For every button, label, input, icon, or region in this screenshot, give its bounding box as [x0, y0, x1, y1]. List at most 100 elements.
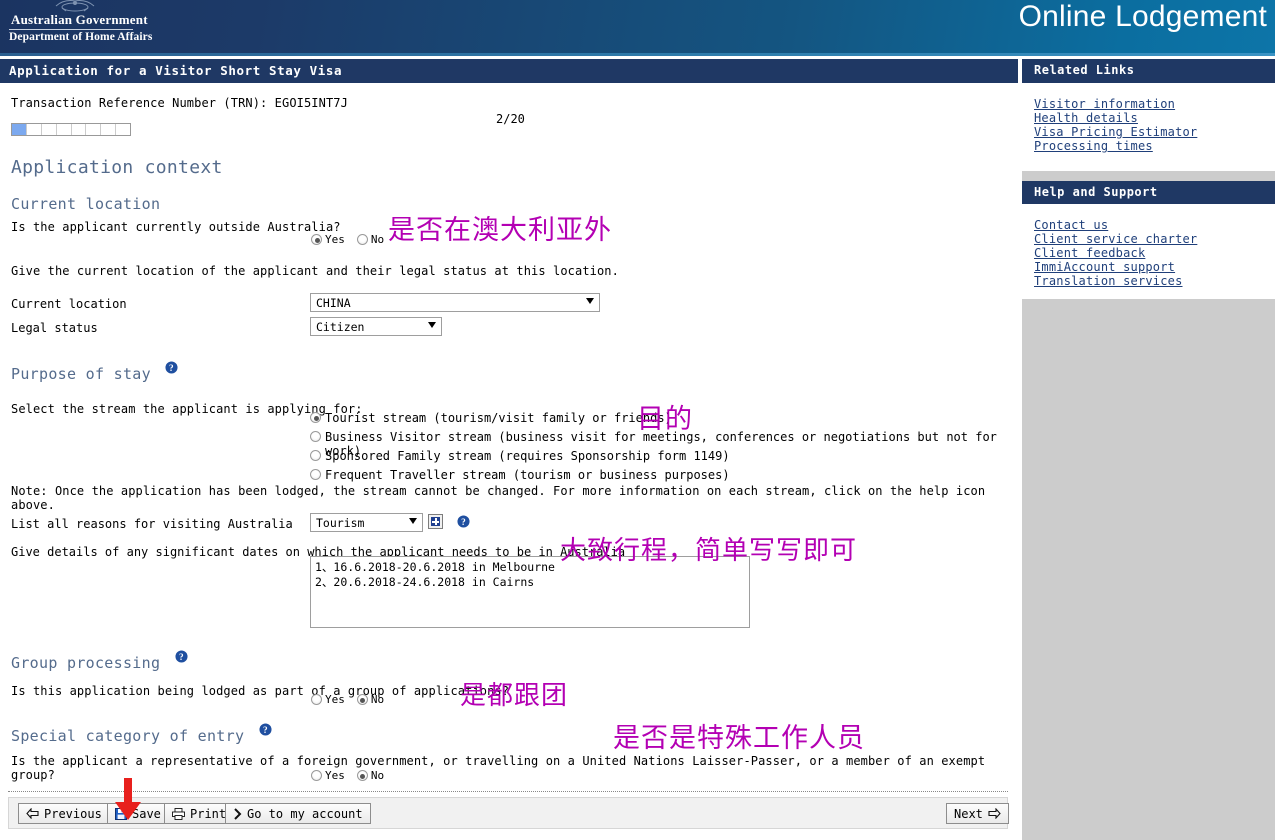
heading-group-processing: Group processing ? — [11, 650, 188, 672]
red-pointer-arrow — [115, 778, 141, 820]
heading-purpose-of-stay-label: Purpose of stay — [11, 365, 151, 383]
help-support-panel: Contact us Client service charter Client… — [1022, 204, 1275, 299]
question-outside-australia: Is the applicant currently outside Austr… — [11, 220, 341, 234]
radio-label-sponsored-family-stream: Sponsored Family stream (requires Sponso… — [325, 449, 730, 463]
svg-text:?: ? — [179, 653, 184, 663]
question-group-lodgement: Is this application being lodged as part… — [11, 684, 510, 698]
radio-group-processing-no[interactable] — [356, 694, 368, 705]
chevron-down-icon — [428, 322, 436, 328]
department-text: Department of Home Affairs — [9, 31, 153, 43]
select-legal-status[interactable]: Citizen — [310, 317, 442, 336]
select-current-location[interactable]: CHINA — [310, 293, 600, 312]
radio-business-visitor-stream[interactable] — [310, 431, 321, 442]
sidebar-link-processing-times[interactable]: Processing times — [1034, 139, 1153, 153]
radio-group-processing-yes[interactable] — [311, 694, 322, 705]
progress-bar — [11, 123, 131, 136]
page-title: Application context — [11, 157, 223, 178]
radio-option-frequent-traveller-stream[interactable]: Frequent Traveller stream (tourism or bu… — [310, 468, 730, 483]
radio-option-tourist-stream[interactable]: Tourist stream (tourism/visit family or … — [310, 411, 672, 426]
arrow-right-icon — [988, 808, 1001, 819]
help-icon-special-category[interactable]: ? — [259, 723, 272, 736]
page-indicator: 2/20 — [496, 112, 525, 126]
sidebar-link-health-details[interactable]: Health details — [1034, 111, 1138, 125]
related-links-header: Related Links — [1022, 59, 1275, 83]
banner-divider — [9, 29, 133, 30]
radio-outside-australia-yes[interactable] — [311, 234, 322, 245]
chevron-down-icon — [409, 518, 417, 524]
radio-outside-australia-no[interactable] — [356, 234, 368, 245]
sidebar-link-client-service-charter[interactable]: Client service charter — [1034, 232, 1197, 246]
select-reason-value: Tourism — [316, 516, 365, 530]
radio-special-category-no[interactable] — [356, 770, 368, 781]
label-current-location: Current location — [11, 297, 127, 311]
radio-label-group-no: No — [370, 693, 385, 706]
print-button-label: Print — [190, 806, 227, 821]
heading-current-location: Current location — [11, 195, 161, 213]
chevron-down-icon — [586, 298, 594, 304]
next-button[interactable]: Next — [946, 803, 1009, 824]
sidebar-link-translation-services[interactable]: Translation services — [1034, 274, 1183, 288]
go-to-my-account-button[interactable]: Go to my account — [225, 803, 371, 824]
online-lodgement-page: Australian Government Department of Home… — [0, 0, 1275, 840]
svg-text:?: ? — [263, 726, 268, 736]
sidebar-link-immiaccount-support[interactable]: ImmiAccount support — [1034, 260, 1175, 274]
divider — [8, 791, 1008, 792]
radio-special-category-yes[interactable] — [311, 770, 322, 781]
previous-button-label: Previous — [44, 806, 102, 821]
australian-government-text: Australian Government — [11, 12, 148, 27]
radio-frequent-traveller-stream[interactable] — [310, 469, 321, 480]
sidebar-link-visa-pricing-estimator[interactable]: Visa Pricing Estimator — [1034, 125, 1197, 139]
radio-group-group-processing[interactable]: Yes No — [311, 693, 393, 706]
banner-underline — [0, 53, 1275, 56]
radio-option-sponsored-family-stream[interactable]: Sponsored Family stream (requires Sponso… — [310, 449, 730, 464]
label-reasons-for-visiting: List all reasons for visiting Australia — [11, 517, 293, 531]
annotation-3: 是都跟团 — [460, 681, 569, 711]
radio-group-outside-australia[interactable]: Yes No — [311, 233, 393, 246]
application-title-bar: Application for a Visitor Short Stay Vis… — [0, 59, 1018, 83]
printer-icon — [172, 807, 185, 820]
arrow-left-icon — [26, 808, 39, 819]
svg-text:?: ? — [169, 364, 174, 374]
radio-label-group-yes: Yes — [325, 693, 345, 706]
annotation-2: 大致行程，简单写写即可 — [560, 536, 858, 566]
heading-special-category: Special category of entry ? — [11, 723, 272, 745]
site-banner: Australian Government Department of Home… — [0, 0, 1275, 56]
go-to-my-account-label: Go to my account — [247, 806, 363, 821]
sidebar-link-visitor-information[interactable]: Visitor information — [1034, 97, 1175, 111]
form-action-bar: Previous Save Print Go to my account Nex… — [8, 797, 1009, 829]
help-support-header: Help and Support — [1022, 181, 1275, 204]
radio-sponsored-family-stream[interactable] — [310, 450, 321, 461]
previous-button[interactable]: Previous — [18, 803, 110, 824]
chevron-right-icon — [234, 807, 242, 820]
note-stream-cannot-change: Note: Once the application has been lodg… — [11, 484, 986, 512]
print-button[interactable]: Print — [164, 803, 235, 824]
annotation-4: 是否是特殊工作人员 — [613, 723, 865, 754]
transaction-reference-number: Transaction Reference Number (TRN): EGOI… — [11, 96, 348, 110]
select-legal-status-value: Citizen — [316, 320, 365, 334]
online-lodgement-title: Online Lodgement — [1018, 0, 1267, 33]
instruction-current-location: Give the current location of the applica… — [11, 264, 619, 278]
help-icon[interactable]: ? — [165, 361, 178, 374]
annotation-0: 是否在澳大利亚外 — [388, 215, 612, 246]
radio-tourist-stream[interactable] — [310, 412, 321, 423]
sidebar-link-client-feedback[interactable]: Client feedback — [1034, 246, 1145, 260]
next-button-label: Next — [954, 806, 983, 821]
radio-label-no: No — [370, 233, 385, 246]
select-current-location-value: CHINA — [316, 296, 351, 310]
related-links-panel: Visitor information Health details Visa … — [1022, 83, 1275, 171]
heading-special-category-label: Special category of entry — [11, 727, 245, 745]
add-reason-button[interactable] — [428, 514, 443, 529]
label-legal-status: Legal status — [11, 321, 98, 335]
radio-group-special-category[interactable]: Yes No — [311, 769, 393, 782]
help-icon-reasons[interactable]: ? — [457, 515, 470, 528]
coat-of-arms-icon — [55, 0, 95, 12]
help-icon-group-processing[interactable]: ? — [175, 650, 188, 663]
sidebar-link-contact-us[interactable]: Contact us — [1034, 218, 1108, 232]
heading-purpose-of-stay: Purpose of stay ? — [11, 361, 178, 383]
sidebar-filler — [1022, 299, 1275, 840]
heading-group-processing-label: Group processing — [11, 654, 161, 672]
radio-label-tourist-stream: Tourist stream (tourism/visit family or … — [325, 411, 672, 425]
radio-label-frequent-traveller-stream: Frequent Traveller stream (tourism or bu… — [325, 468, 730, 482]
select-reason-for-visiting[interactable]: Tourism — [310, 513, 423, 532]
annotation-1: 目的 — [637, 404, 693, 435]
